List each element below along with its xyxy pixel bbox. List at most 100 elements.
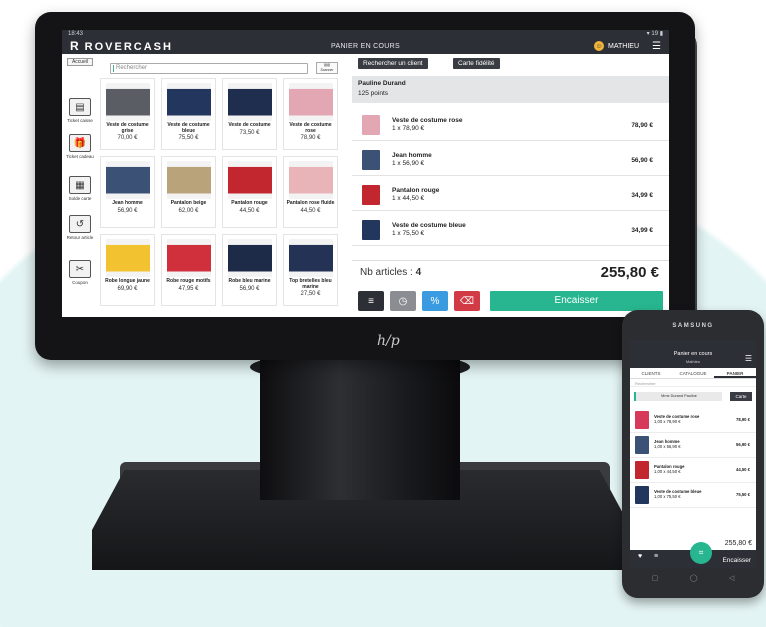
phone-client-row: Mme Durand Pauline Carte: [634, 392, 752, 404]
article-count-label: Nb articles :: [360, 267, 413, 278]
product-card[interactable]: Robe rouge motifs 47,95 €: [161, 234, 216, 306]
search-client-button[interactable]: Rechercher un client: [358, 58, 428, 69]
card-balance-icon: ▦: [69, 176, 91, 194]
product-card[interactable]: Veste de costume rose 78,90 €: [283, 78, 338, 150]
cart-item[interactable]: Veste de costume bleue 1 x 75,50 € 34,99 €: [352, 215, 669, 246]
scan-button[interactable]: ▥▥ Scanner: [316, 62, 338, 74]
side-button-label: Coupon: [72, 280, 88, 285]
search-input[interactable]: Rechercher: [110, 63, 308, 74]
product-card[interactable]: Pantalon rouge 44,50 €: [222, 156, 277, 228]
product-price: 56,90 €: [239, 285, 260, 292]
product-price: 56,90 €: [117, 207, 138, 214]
product-card[interactable]: Robe longue jaune 69,90 €: [100, 234, 155, 306]
product-image: [227, 83, 272, 121]
phone-checkout-button[interactable]: Encaisser: [722, 557, 751, 564]
status-bar: 18:43 ▾ 19 ▮: [62, 30, 669, 38]
phone-item-image: [635, 486, 649, 504]
product-name: Pantalon rouge: [231, 200, 268, 206]
phone-tabs: CLIENTS CATALOGUE PANIER: [630, 368, 756, 379]
discount-icon[interactable]: %: [422, 291, 448, 311]
product-price: 75,50 €: [178, 135, 199, 141]
product-name: Robe rouge motifs: [166, 278, 211, 284]
user-avatar-icon: ☺: [594, 41, 605, 51]
cart-item[interactable]: Jean homme 1 x 56,90 € 56,90 €: [352, 145, 669, 176]
phone-cart-item[interactable]: Veste de costume rose 1,00 x 78,90 €78,90…: [630, 408, 756, 433]
cart-item-image: [362, 185, 380, 205]
checkout-button[interactable]: Encaisser: [490, 291, 663, 311]
phone-menu-icon[interactable]: ☰: [745, 354, 752, 363]
phone-search-input[interactable]: Rechercher: [630, 379, 756, 387]
product-price: 44,50 €: [300, 207, 321, 214]
side-button-1[interactable]: 🎁 Ticket cadeau: [64, 134, 96, 159]
client-points: 125 points: [358, 90, 388, 97]
phone-title: Panier en cours: [673, 351, 713, 357]
product-name: Pantalon rose fluide: [286, 200, 335, 206]
product-card[interactable]: Robe bleu marine 56,90 €: [222, 234, 277, 306]
home-button[interactable]: Accueil: [67, 58, 93, 66]
side-button-2[interactable]: ▦ Solde carte: [64, 176, 96, 201]
product-image: [288, 239, 333, 277]
cart-item-amount: 34,99 €: [631, 226, 653, 234]
clock-icon[interactable]: ◷: [390, 291, 416, 311]
cart-item[interactable]: Veste de costume rose 1 x 78,90 € 78,90 €: [352, 110, 669, 141]
delete-cart-icon[interactable]: ⌫: [454, 291, 480, 311]
product-card[interactable]: Pantalon rose fluide 44,50 €: [283, 156, 338, 228]
product-name: Veste de costume rose: [289, 122, 332, 134]
phone-recent-icon[interactable]: ▢: [652, 574, 659, 586]
phone-back-icon[interactable]: ◁: [729, 574, 734, 586]
phone-item-qty: 1,00 x 56,90 €: [654, 444, 681, 449]
hamburger-menu-icon[interactable]: ☰: [652, 41, 661, 52]
cart-item-image: [362, 150, 380, 170]
receipt-icon: ▤: [69, 98, 91, 116]
phone-card-button[interactable]: Carte: [730, 392, 752, 401]
product-price: 69,90 €: [117, 285, 138, 292]
product-card[interactable]: Veste de costume bleue 75,50 €: [161, 78, 216, 150]
phone-item-amount: 78,90 €: [736, 417, 750, 422]
product-price: 62,00 €: [178, 207, 199, 214]
phone-scan-icon[interactable]: ⌗: [690, 542, 712, 564]
product-image: [105, 239, 150, 277]
product-name: Veste de costume bleue: [167, 122, 210, 134]
phone-item-qty: 1,00 x 75,50 €: [654, 494, 681, 499]
phone-home-icon[interactable]: ◯: [690, 574, 698, 586]
product-card[interactable]: Veste de costume grise 70,00 €: [100, 78, 155, 150]
product-name: Robe longue jaune: [105, 278, 150, 284]
product-image: [166, 83, 211, 121]
stand-neck: [260, 360, 460, 500]
cart-item[interactable]: Pantalon rouge 1 x 44,50 € 34,99 €: [352, 180, 669, 211]
app-topbar: R ROVERCASH PANIER EN COURS ☺ MATHIEU ☰: [62, 38, 669, 54]
action-bar: ≡ ◷ % ⌫ Encaisser: [352, 291, 669, 311]
client-info: Pauline Durand 125 points: [352, 76, 669, 103]
tab-catalogue[interactable]: CATALOGUE: [672, 368, 714, 378]
side-button-0[interactable]: ▤ Ticket caisse: [64, 98, 96, 123]
product-price: 27,50 €: [300, 291, 321, 297]
phone-item-amount: 44,50 €: [736, 467, 750, 472]
loyalty-card-button[interactable]: Carte fidélité: [453, 58, 500, 69]
phone-list-icon[interactable]: ≡: [654, 553, 658, 560]
client-name: Pauline Durand: [358, 80, 406, 87]
menu-list-icon[interactable]: ≡: [358, 291, 384, 311]
side-button-label: Ticket caisse: [67, 118, 93, 123]
page-title: PANIER EN COURS: [331, 42, 400, 50]
phone-cart-item[interactable]: Jean homme 1,00 x 56,90 €56,90 €: [630, 433, 756, 458]
side-button-4[interactable]: ✂ Coupon: [64, 260, 96, 285]
product-card[interactable]: Veste de costume 73,50 €: [222, 78, 277, 150]
product-image: [105, 161, 150, 199]
user-menu[interactable]: ☺ MATHIEU: [594, 41, 639, 51]
product-name: Jean homme: [112, 200, 143, 206]
tab-panier[interactable]: PANIER: [714, 368, 756, 378]
product-price: 47,95 €: [178, 285, 199, 292]
phone-cart-item[interactable]: Veste de costume bleue 1,00 x 75,50 €75,5…: [630, 483, 756, 508]
phone-cart-item[interactable]: Pantalon rouge 1,00 x 44,50 €44,50 €: [630, 458, 756, 483]
article-count-value: 4: [415, 267, 422, 278]
phone-heart-icon[interactable]: ♥: [638, 553, 642, 560]
phone-item-qty: 1,00 x 44,50 €: [654, 469, 681, 474]
product-name: Pantalon beige: [170, 200, 207, 206]
phone-header: Panier en cours Mathieu ☰: [630, 348, 756, 368]
product-card[interactable]: Pantalon beige 62,00 €: [161, 156, 216, 228]
product-card[interactable]: Top bretelles bleu marine 27,50 €: [283, 234, 338, 306]
product-card[interactable]: Jean homme 56,90 €: [100, 156, 155, 228]
side-button-3[interactable]: ↺ Retour article: [64, 215, 96, 240]
phone-item-amount: 75,50 €: [736, 492, 750, 497]
tab-clients[interactable]: CLIENTS: [630, 368, 672, 378]
